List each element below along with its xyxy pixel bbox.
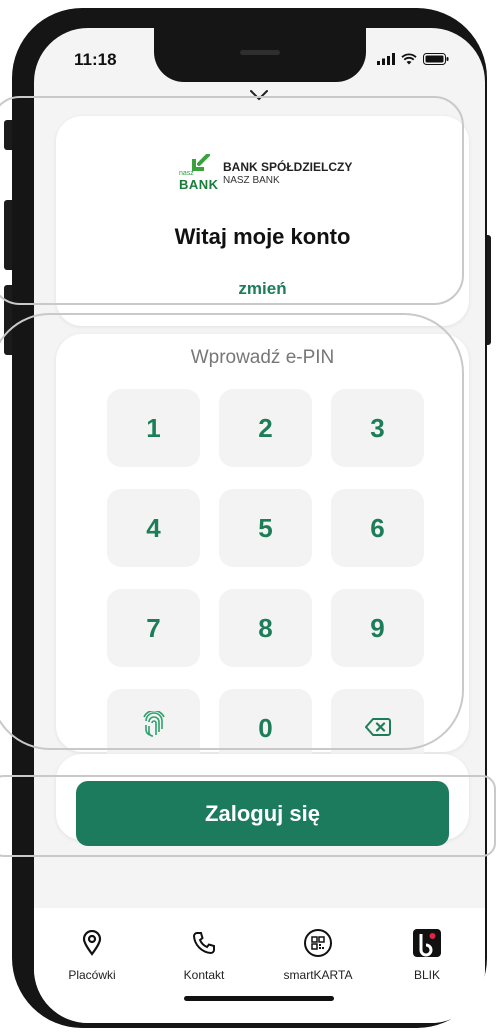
- key-5[interactable]: 5: [219, 489, 312, 567]
- key-3[interactable]: 3: [331, 389, 424, 467]
- key-1[interactable]: 1: [107, 389, 200, 467]
- status-icons: [377, 52, 449, 70]
- key-8[interactable]: 8: [219, 589, 312, 667]
- key-7[interactable]: 7: [107, 589, 200, 667]
- nav-label-smartkarta: smartKARTA: [283, 968, 353, 982]
- nav-item-kontakt[interactable]: Kontakt: [154, 924, 254, 982]
- key-6[interactable]: 6: [331, 489, 424, 567]
- blik-icon: [377, 924, 477, 962]
- phone-notch: [154, 28, 366, 82]
- notch-speaker: [240, 50, 280, 55]
- phone-screen: 11:18 nasz BANK BANK SPÓŁDZIELCZY NASZ B…: [34, 28, 485, 1023]
- signal-icon: [377, 52, 395, 70]
- key-9[interactable]: 9: [331, 589, 424, 667]
- location-pin-icon: [42, 924, 142, 962]
- bank-name-line1: BANK SPÓŁDZIELCZY: [223, 160, 353, 174]
- login-card: Zaloguj się: [56, 754, 469, 846]
- bank-name: BANK SPÓŁDZIELCZY NASZ BANK: [223, 160, 352, 188]
- pin-card: Wprowadź e-PIN 1 2 3 4 5 6 7 8 9 0: [56, 334, 469, 767]
- status-time: 11:18: [74, 50, 117, 69]
- nav-label-placowki: Placówki: [68, 968, 116, 982]
- nav-item-smartkarta[interactable]: smartKARTA: [268, 924, 368, 982]
- bank-logo-mark: nasz BANK: [179, 154, 218, 192]
- logo-nasz-text: nasz: [179, 170, 194, 177]
- nav-label-blik: BLIK: [413, 968, 440, 982]
- phone-frame: 11:18 nasz BANK BANK SPÓŁDZIELCZY NASZ B…: [12, 8, 487, 1028]
- wifi-icon: [401, 52, 417, 70]
- login-button[interactable]: Zaloguj się: [76, 781, 449, 846]
- pin-label: Wprowadź e-PIN: [190, 347, 335, 368]
- bank-logo: nasz BANK BANK SPÓŁDZIELCZY NASZ BANK: [179, 154, 352, 192]
- collapse-button[interactable]: [237, 82, 281, 112]
- fingerprint-icon: [142, 709, 166, 746]
- qr-code-icon: [268, 924, 368, 962]
- key-2[interactable]: 2: [219, 389, 312, 467]
- logo-bank-text: BANK: [179, 177, 219, 192]
- home-indicator: [184, 996, 334, 1001]
- bank-name-line2: NASZ BANK: [223, 175, 280, 186]
- bottom-nav: Placówki Kontakt smartKARTA BLIK: [34, 908, 485, 1023]
- battery-icon: [423, 52, 449, 70]
- nav-label-kontakt: Kontakt: [183, 968, 225, 982]
- change-account-link[interactable]: zmień: [56, 279, 469, 299]
- backspace-icon: [364, 713, 391, 744]
- phone-icon: [154, 924, 254, 962]
- account-card: nasz BANK BANK SPÓŁDZIELCZY NASZ BANK Wi…: [56, 116, 469, 326]
- greeting-title: Witaj moje konto: [174, 224, 351, 249]
- nav-item-blik[interactable]: BLIK: [377, 924, 477, 982]
- logo-arrow-icon: [192, 154, 210, 171]
- screenshot-stage: 11:18 nasz BANK BANK SPÓŁDZIELCZY NASZ B…: [0, 0, 497, 1035]
- chevron-down-icon: [249, 88, 269, 106]
- nav-item-placowki[interactable]: Placówki: [42, 924, 142, 982]
- key-4[interactable]: 4: [107, 489, 200, 567]
